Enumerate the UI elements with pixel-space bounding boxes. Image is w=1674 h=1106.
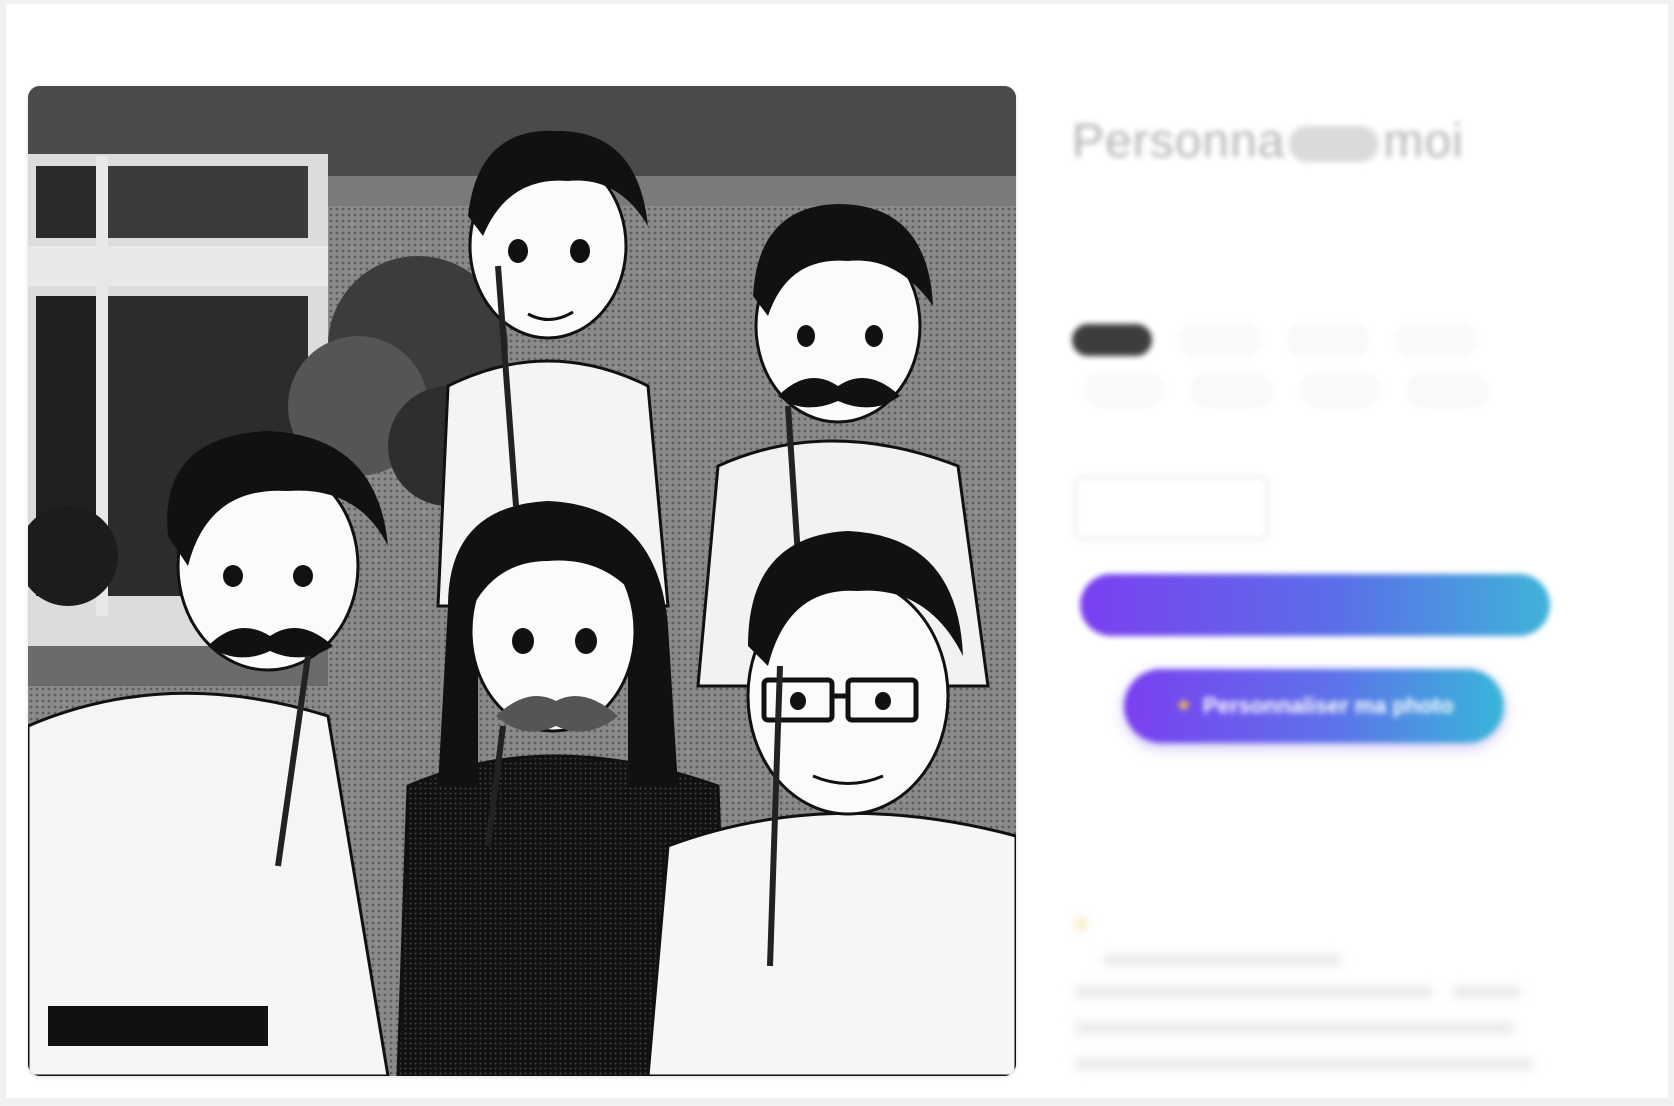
faded-line [1452,986,1522,998]
title-blurred-segment [1289,126,1380,163]
personalize-photo-label: Personnaliser ma photo [1202,693,1454,718]
manga-group-illustration [28,86,1016,1076]
size-option-2[interactable] [1180,324,1260,356]
faded-line [1102,954,1342,966]
product-image[interactable] [28,86,1016,1076]
size-option-3[interactable] [1288,324,1368,356]
faded-line [1074,1022,1514,1034]
quantity-stepper[interactable] [1074,476,1268,540]
product-title-start: Personna [1072,115,1286,168]
feature-bullet: ★ [1074,914,1544,934]
personalize-photo-button[interactable]: ✦ Personnaliser ma photo [1124,669,1504,743]
size-option-4[interactable] [1396,324,1476,356]
size-option-7[interactable] [1300,374,1380,406]
faded-line [1074,1058,1534,1070]
product-title: Personna moi [1072,114,1464,169]
product-title-end: moi [1383,115,1464,168]
size-option-8[interactable] [1408,374,1488,406]
size-option-1[interactable] [1072,324,1152,356]
sparkle-icon: ✦ [1174,693,1193,718]
add-to-cart-button[interactable] [1080,574,1550,636]
size-option-6[interactable] [1192,374,1272,406]
size-option-5[interactable] [1084,374,1164,406]
product-page: Personna moi ✦ Personnaliser ma photo ★ [6,4,1668,1098]
star-icon: ★ [1074,916,1089,933]
product-details: Personna moi ✦ Personnaliser ma photo ★ [1072,74,1632,1094]
faded-line [1074,986,1434,998]
